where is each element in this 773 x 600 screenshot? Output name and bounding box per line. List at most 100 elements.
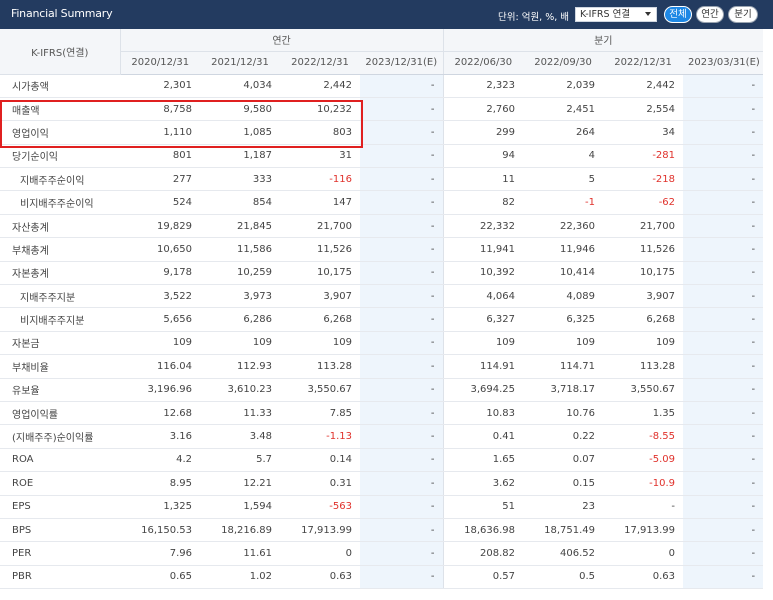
column-date-header: 2020/12/31 <box>120 51 200 75</box>
table-cell: 3,694.25 <box>443 378 524 402</box>
table-cell: 6,268 <box>280 307 360 332</box>
table-cell: -281 <box>603 144 684 169</box>
row-label: 자본금 <box>0 331 120 356</box>
table-cell: - <box>360 495 444 519</box>
table-cell: 10,414 <box>523 261 604 286</box>
table-cell: -10.9 <box>603 471 684 496</box>
table-row: ROA 4.2 5.7 0.14-1.65 0.07 -5.09- <box>0 448 764 473</box>
table-cell: 82 <box>443 190 524 215</box>
table-cell: - <box>360 331 444 356</box>
table-cell: -1.13 <box>280 424 360 449</box>
column-date-header: 2022/06/30 <box>443 51 524 75</box>
table-cell: 0 <box>280 541 360 566</box>
table-cell: 0.41 <box>443 424 524 449</box>
table-cell: 3,522 <box>120 284 200 309</box>
table-cell: 109 <box>443 331 524 356</box>
table-row: 당기순이익 801 1,187 31-94 4 -281- <box>0 144 764 169</box>
table-cell: 11,526 <box>280 237 360 262</box>
table-cell: - <box>360 565 444 590</box>
table-cell: 8,758 <box>120 97 200 122</box>
table-cell: - <box>360 214 444 239</box>
table-row: 시가총액 2,301 4,034 2,442-2,323 2,039 2,442- <box>0 74 764 98</box>
row-label: 영업이익 <box>0 120 120 145</box>
table-row: BPS 16,150.53 18,216.89 17,913.99-18,636.98… <box>0 518 764 543</box>
view-all-button[interactable]: 전체 <box>664 6 692 23</box>
table-cell: - <box>683 237 764 262</box>
table-cell: 3,907 <box>603 284 684 309</box>
table-cell: - <box>360 144 444 169</box>
table-cell: 109 <box>200 331 280 356</box>
table-row: PBR 0.65 1.02 0.63-0.57 0.5 0.63- <box>0 565 764 590</box>
table-cell: - <box>683 401 764 426</box>
table-cell: 264 <box>523 120 604 145</box>
table-cell: -116 <box>280 167 360 192</box>
column-date-header: 2021/12/31 <box>200 51 280 75</box>
row-label: 당기순이익 <box>0 144 120 169</box>
table-cell: 10,175 <box>603 261 684 286</box>
table-cell: 11.33 <box>200 401 280 426</box>
table-cell: 3,907 <box>280 284 360 309</box>
table-row: EPS 1,325 1,594 -563-51 23- - <box>0 495 764 519</box>
table-cell: 17,913.99 <box>603 518 684 543</box>
table-cell: 3.48 <box>200 424 280 449</box>
table-cell: - <box>683 518 764 543</box>
row-label: ROE <box>0 471 120 496</box>
table-cell: 11,526 <box>603 237 684 262</box>
table-cell: - <box>360 401 444 426</box>
table-cell: 34 <box>603 120 684 145</box>
table-cell: 3,550.67 <box>603 378 684 402</box>
table-cell: - <box>360 167 444 192</box>
row-label: 시가총액 <box>0 74 120 98</box>
table-row: 유보율 3,196.96 3,610.23 3,550.67-3,694.25 3,71… <box>0 378 764 402</box>
table-cell: -62 <box>603 190 684 215</box>
row-label: 자본총계 <box>0 261 120 286</box>
row-label: 부채총계 <box>0 237 120 262</box>
table-cell: - <box>683 354 764 379</box>
table-cell: -563 <box>280 495 360 519</box>
table-cell: 109 <box>523 331 604 356</box>
row-label: 유보율 <box>0 378 120 402</box>
view-annual-button[interactable]: 연간 <box>696 6 724 23</box>
table-cell: 116.04 <box>120 354 200 379</box>
table-row: 비지배주주지분 5,656 6,286 6,268-6,327 6,325 6,268- <box>0 307 764 332</box>
view-quarter-button[interactable]: 분기 <box>728 6 758 23</box>
table-cell: - <box>360 448 444 473</box>
quarter-group-header: 분기 <box>443 29 764 52</box>
table-cell: 23 <box>523 495 604 519</box>
table-cell: 22,360 <box>523 214 604 239</box>
table-cell: 6,268 <box>603 307 684 332</box>
table-row: 부채총계 10,650 11,586 11,526-11,941 11,946 11,52… <box>0 237 764 262</box>
table-cell: - <box>360 190 444 215</box>
row-label: 매출액 <box>0 97 120 122</box>
annual-group-header: 연간 <box>120 29 444 52</box>
table-cell: 11.61 <box>200 541 280 566</box>
table-cell: 21,845 <box>200 214 280 239</box>
table-cell: 4,064 <box>443 284 524 309</box>
table-cell: 2,039 <box>523 74 604 98</box>
table-cell: 31 <box>280 144 360 169</box>
table-row: 지배주주지분 3,522 3,973 3,907-4,064 4,089 3,907- <box>0 284 764 309</box>
table-cell: 18,751.49 <box>523 518 604 543</box>
table-cell: - <box>360 261 444 286</box>
table-row: 영업이익률 12.68 11.33 7.85-10.83 10.76 1.35- <box>0 401 764 426</box>
table-cell: 1,187 <box>200 144 280 169</box>
table-cell: 4,089 <box>523 284 604 309</box>
row-label: 부채비율 <box>0 354 120 379</box>
table-cell: 0.22 <box>523 424 604 449</box>
table-cell: 0.65 <box>120 565 200 590</box>
table-cell: 1,085 <box>200 120 280 145</box>
table-cell: - <box>683 144 764 169</box>
table-cell: 94 <box>443 144 524 169</box>
table-cell: - <box>683 378 764 402</box>
column-date-header: 2022/12/31 <box>280 51 360 75</box>
accounting-standard-value: K-IFRS 연결 <box>580 9 631 20</box>
row-label: PBR <box>0 565 120 590</box>
accounting-standard-select[interactable]: K-IFRS 연결 <box>575 7 657 22</box>
table-cell: - <box>360 284 444 309</box>
table-cell: 6,327 <box>443 307 524 332</box>
table-cell: 277 <box>120 167 200 192</box>
column-date-header: 2023/12/31(E) <box>360 51 444 75</box>
table-cell: 7.85 <box>280 401 360 426</box>
column-date-header: 2022/09/30 <box>523 51 604 75</box>
table-cell: 16,150.53 <box>120 518 200 543</box>
